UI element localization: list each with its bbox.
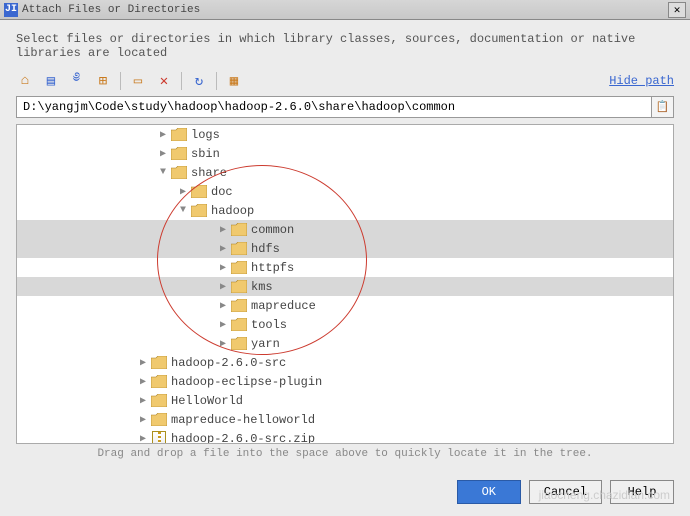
toolbar: ⌂ ▤ ༅ ⊞ ▭ ✕ ↻ ▦ Hide path	[0, 68, 690, 96]
new-folder-icon[interactable]: ⊞	[94, 72, 112, 90]
file-tree[interactable]: ▶logs▶sbin▼share▶doc▼hadoop▶common▶hdfs▶…	[16, 124, 674, 444]
folder-icon	[151, 375, 167, 388]
tree-label: hadoop-2.6.0-src	[171, 356, 286, 370]
hint-text: Drag and drop a file into the space abov…	[0, 444, 690, 460]
expand-icon[interactable]: ▶	[217, 319, 229, 331]
app-icon: JI	[4, 3, 18, 17]
expand-icon[interactable]: ▶	[137, 395, 149, 407]
expand-icon[interactable]: ▶	[137, 376, 149, 388]
tree-row[interactable]: ▶ hdfs	[17, 239, 673, 258]
help-button[interactable]: Help	[610, 480, 674, 504]
tree-row[interactable]: ▶ doc	[17, 182, 673, 201]
folder-icon	[191, 204, 207, 217]
folder-icon	[171, 147, 187, 160]
tree-row[interactable]: ▶ hadoop-2.6.0-src	[17, 353, 673, 372]
tree-label: mapreduce	[251, 299, 316, 313]
window-title: Attach Files or Directories	[22, 4, 200, 16]
tree-label: httpfs	[251, 261, 294, 275]
tree-row[interactable]: ▶ common	[17, 220, 673, 239]
folder-icon	[171, 166, 187, 179]
expand-icon[interactable]: ▶	[217, 338, 229, 350]
tree-row[interactable]: ▶ hadoop-2.6.0-src.zip	[17, 429, 673, 444]
tree-label: HelloWorld	[171, 394, 243, 408]
tree-row[interactable]: ▶ HelloWorld	[17, 391, 673, 410]
expand-icon[interactable]: ▶	[157, 148, 169, 160]
expand-icon[interactable]: ▼	[177, 205, 189, 216]
expand-icon[interactable]: ▶	[177, 186, 189, 198]
folder-icon	[151, 356, 167, 369]
delete-icon[interactable]: ▭	[129, 72, 147, 90]
tree-label: share	[191, 166, 227, 180]
expand-icon[interactable]: ▶	[137, 357, 149, 369]
folder-icon	[151, 413, 167, 426]
tree-label: tools	[251, 318, 287, 332]
tree-row[interactable]: ▶ httpfs	[17, 258, 673, 277]
expand-icon[interactable]: ▼	[157, 167, 169, 178]
folder-icon	[171, 128, 187, 141]
folder-icon	[231, 223, 247, 236]
tree-row[interactable]: ▶ sbin	[17, 144, 673, 163]
tree-label: doc	[211, 185, 233, 199]
tree-row[interactable]: ▶ logs	[17, 125, 673, 144]
tree-row[interactable]: ▶ yarn	[17, 334, 673, 353]
tree-row[interactable]: ▼ share	[17, 163, 673, 182]
tree-row[interactable]: ▶ tools	[17, 315, 673, 334]
tree-label: mapreduce-helloworld	[171, 413, 315, 427]
toolbar-separator	[120, 72, 121, 90]
instruction-text: Select files or directories in which lib…	[0, 20, 690, 68]
expand-icon[interactable]: ▶	[137, 414, 149, 426]
expand-icon[interactable]: ▶	[217, 262, 229, 274]
titlebar: JI Attach Files or Directories ✕	[0, 0, 690, 20]
button-bar: OK Cancel Help	[457, 480, 674, 504]
folder-icon	[231, 299, 247, 312]
refresh-icon[interactable]: ↻	[190, 72, 208, 90]
show-hidden-icon[interactable]: ▦	[225, 72, 243, 90]
expand-icon[interactable]: ▶	[157, 129, 169, 141]
tree-label: common	[251, 223, 294, 237]
folder-icon	[231, 337, 247, 350]
tree-label: logs	[191, 128, 220, 142]
scroll-icon[interactable]: ༅	[68, 72, 86, 90]
ok-button[interactable]: OK	[457, 480, 521, 504]
remove-icon[interactable]: ✕	[155, 72, 173, 90]
expand-icon[interactable]: ▶	[217, 224, 229, 236]
tree-label: kms	[251, 280, 273, 294]
expand-icon[interactable]: ▶	[217, 243, 229, 255]
tree-label: yarn	[251, 337, 280, 351]
history-icon[interactable]: 📋	[652, 96, 674, 118]
toolbar-separator	[181, 72, 182, 90]
tree-row[interactable]: ▶ mapreduce	[17, 296, 673, 315]
tree-label: sbin	[191, 147, 220, 161]
folder-icon	[151, 394, 167, 407]
folder-icon	[191, 185, 207, 198]
folder-icon	[231, 261, 247, 274]
tree-label: hadoop-2.6.0-src.zip	[171, 432, 315, 445]
tree-row[interactable]: ▶ kms	[17, 277, 673, 296]
tree-label: hadoop	[211, 204, 254, 218]
path-row: 📋	[16, 96, 674, 118]
toolbar-separator	[216, 72, 217, 90]
folder-icon	[231, 318, 247, 331]
tree-label: hdfs	[251, 242, 280, 256]
expand-icon[interactable]: ▶	[217, 300, 229, 312]
hide-path-link[interactable]: Hide path	[609, 74, 674, 88]
folder-icon	[231, 242, 247, 255]
tree-row[interactable]: ▶ mapreduce-helloworld	[17, 410, 673, 429]
close-button[interactable]: ✕	[668, 2, 686, 18]
tree-label: hadoop-eclipse-plugin	[171, 375, 322, 389]
tree-row[interactable]: ▶ hadoop-eclipse-plugin	[17, 372, 673, 391]
archive-icon	[152, 431, 166, 445]
expand-icon[interactable]: ▶	[217, 281, 229, 293]
expand-icon[interactable]: ▶	[137, 433, 149, 445]
path-input[interactable]	[16, 96, 652, 118]
home-icon[interactable]: ⌂	[16, 72, 34, 90]
tree-row[interactable]: ▼ hadoop	[17, 201, 673, 220]
module-icon[interactable]: ▤	[42, 72, 60, 90]
folder-icon	[231, 280, 247, 293]
cancel-button[interactable]: Cancel	[529, 480, 602, 504]
